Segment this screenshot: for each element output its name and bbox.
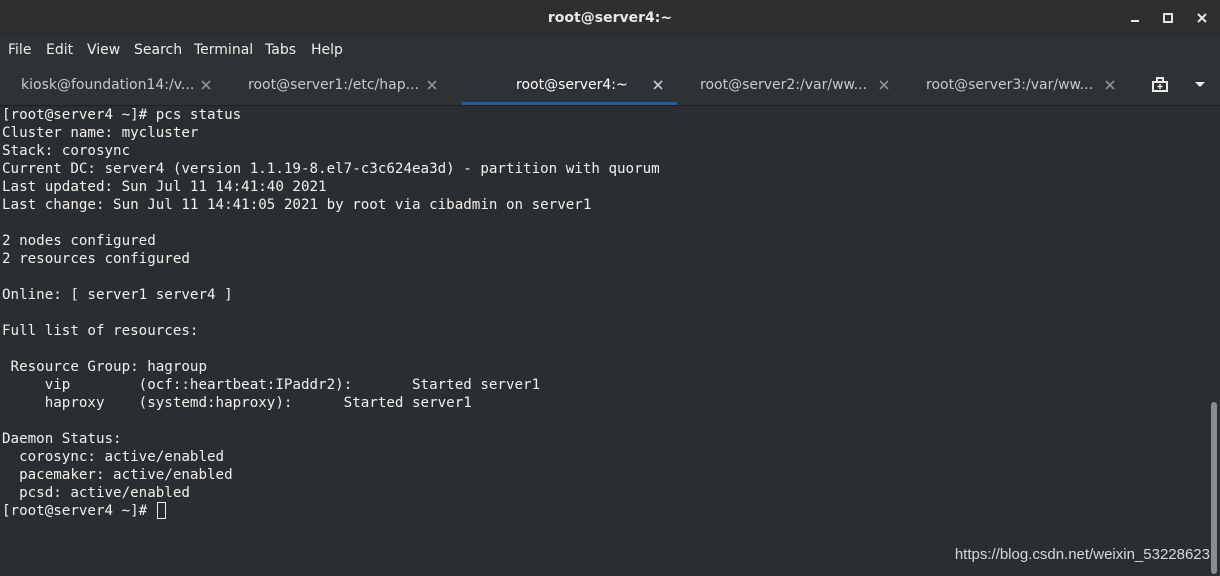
tab-close-button[interactable] [876,77,892,93]
tab-label: root@server3:/var/ww... [926,77,1094,93]
tab-label: root@server1:/etc/hap... [248,77,419,93]
close-icon [879,80,889,90]
terminal-line: Full list of resources: [2,323,199,339]
window-title: root@server4:~ [547,10,673,26]
menu-tabs[interactable]: Tabs [265,36,296,65]
terminal-line: 2 nodes configured [2,233,156,249]
menu-help[interactable]: Help [311,36,343,65]
close-icon [1197,13,1207,23]
terminal-line: Last change: Sun Jul 11 14:41:05 2021 by… [2,197,592,213]
tab-close-button[interactable] [1102,77,1118,93]
tab-root-server1[interactable]: root@server1:/etc/hap... [228,65,462,105]
title-bar: root@server4:~ [0,0,1220,36]
tab-label: root@server4:~ [516,77,628,93]
terminal-line: Online: [ server1 server4 ] [2,287,233,303]
terminal-line: Stack: corosync [2,143,131,159]
terminal-line: haproxy (systemd:haproxy): Started serve… [2,395,472,411]
tab-close-button[interactable] [424,77,440,93]
terminal-line: Daemon Status: [2,431,122,447]
close-icon [1105,80,1115,90]
text-cursor [156,502,166,519]
terminal-line: corosync: active/enabled [2,449,225,465]
maximize-button[interactable] [1157,8,1179,28]
terminal-output[interactable]: [root@server4 ~]# pcs status Cluster nam… [0,106,1208,576]
close-window-button[interactable] [1191,8,1213,28]
terminal-line: Last updated: Sun Jul 11 14:41:40 2021 [2,179,327,195]
close-icon [201,80,211,90]
tab-bar: kiosk@foundation14:/v... root@server1:/e… [0,65,1220,106]
minimize-icon [1131,20,1139,22]
terminal-line: [root@server4 ~]# pcs status [2,107,242,123]
menu-terminal[interactable]: Terminal [194,36,253,65]
tab-root-server2[interactable]: root@server2:/var/ww... [677,65,903,105]
tab-label: kiosk@foundation14:/v... [21,77,195,93]
terminal-line: Current DC: server4 (version 1.1.19-8.el… [2,161,660,177]
watermark-text: https://blog.csdn.net/weixin_53228623 [954,546,1210,563]
tab-close-button[interactable] [650,77,666,93]
tab-kiosk-foundation14[interactable]: kiosk@foundation14:/v... [0,65,228,105]
terminal-line: vip (ocf::heartbeat:IPaddr2): Started se… [2,377,541,393]
minimize-button[interactable] [1124,8,1146,28]
new-tab-button[interactable] [1146,65,1174,105]
maximize-icon [1163,13,1173,23]
vertical-scrollbar[interactable] [1208,106,1220,576]
close-icon [427,80,437,90]
chevron-down-icon [1195,82,1205,87]
menu-file[interactable]: File [8,36,31,65]
terminal-line: pcsd: active/enabled [2,485,190,501]
new-tab-icon [1152,77,1168,92]
terminal-prompt: [root@server4 ~]# [2,503,156,519]
terminal-line: Resource Group: hagroup [2,359,207,375]
active-tab-indicator [462,102,677,105]
menu-bar: File Edit View Search Terminal Tabs Help [0,36,1220,65]
menu-view[interactable]: View [87,36,120,65]
menu-edit[interactable]: Edit [46,36,73,65]
tab-menu-button[interactable] [1188,65,1212,105]
scrollbar-thumb[interactable] [1211,402,1217,574]
tab-label: root@server2:/var/ww... [700,77,868,93]
terminal-line: pacemaker: active/enabled [2,467,233,483]
close-icon [653,80,663,90]
terminal-line: Cluster name: mycluster [2,125,199,141]
tab-root-server3[interactable]: root@server3:/var/ww... [903,65,1129,105]
menu-search[interactable]: Search [134,36,182,65]
terminal-line: 2 resources configured [2,251,190,267]
tab-root-server4[interactable]: root@server4:~ [462,65,677,105]
tab-close-button[interactable] [198,77,214,93]
